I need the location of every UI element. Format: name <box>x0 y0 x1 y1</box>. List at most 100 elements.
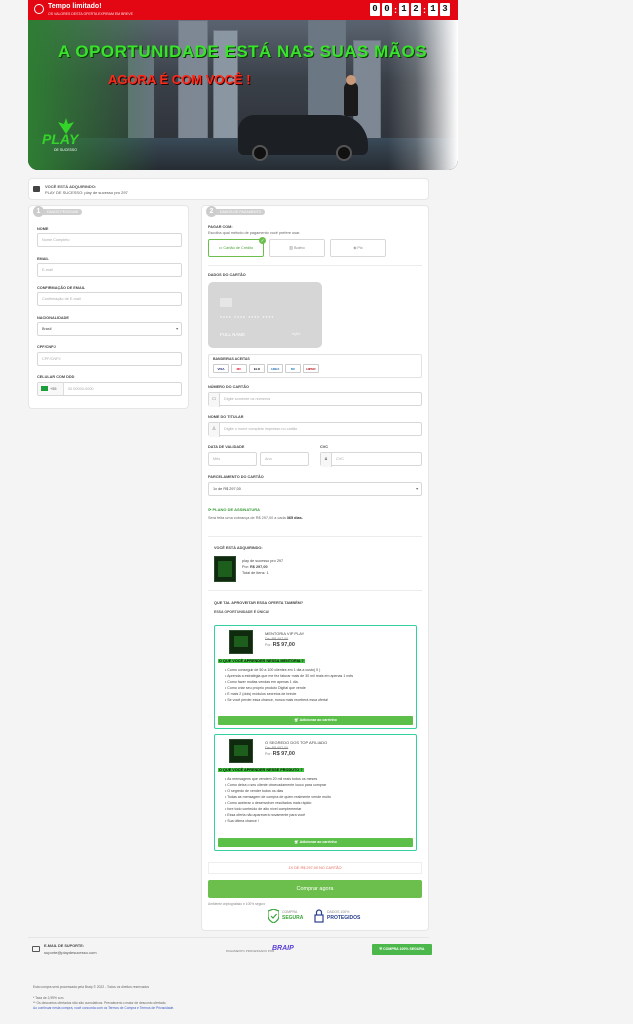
amex-icon: AMEX <box>267 364 283 373</box>
summary-items: Total de itens: 1 <box>242 571 269 575</box>
check-icon: ✓ <box>259 237 266 244</box>
processed-by: PAGAMENTO PROCESSADO POR <box>226 949 275 953</box>
year-input[interactable]: Ano <box>260 452 309 466</box>
email-label: EMAIL <box>37 257 49 261</box>
offer-bullets: • As mensagens que vendem 20 mil reais t… <box>225 776 331 824</box>
timer-subtitle: OS VALORES DESTA OFERTA EXPIRAM EM BREVE <box>48 12 133 16</box>
offer-thumbnail <box>229 739 253 763</box>
offer-new-price: Por: R$ 97,00 <box>265 642 295 648</box>
visa-icon: VISA <box>213 364 229 373</box>
data-protected-seal: DADOS 100% PROTEGIDOS <box>314 908 368 924</box>
offer-new-price: Por: R$ 97,00 <box>265 751 295 757</box>
hero-banner: A OPORTUNIDADE ESTÁ NAS SUAS MÃOS AGORA … <box>28 20 458 170</box>
banner-subheadline: AGORA É COM VOCÊ ! <box>108 72 251 87</box>
buy-now-button[interactable]: Comprar agora <box>208 880 422 898</box>
country-code-select[interactable]: +55 <box>38 383 64 395</box>
digit: 3 <box>440 3 450 16</box>
email-confirm-label: CONFIRMAÇÃO DE EMAIL <box>37 286 86 290</box>
card-number-input[interactable]: ▭ Digite somente os números <box>208 392 422 407</box>
month-input[interactable]: Mês <box>208 452 257 466</box>
brands-label: BANDEIRAS ACEITAS <box>213 357 250 361</box>
credit-card-method-button[interactable]: ▭ Cartão de Crédito <box>208 239 264 257</box>
pay-hint: Escolha qual método de pagamento você pr… <box>208 231 301 235</box>
email-confirm-input[interactable]: Confirmação de E-mail <box>37 292 182 306</box>
lock-icon: 🔒︎ <box>321 453 332 467</box>
nationality-select[interactable]: Brasil ▾ <box>37 322 182 336</box>
offer-old-price: De: R$ 497,00 <box>265 637 289 641</box>
diners-icon: DC <box>285 364 301 373</box>
mastercard-icon: MC <box>231 364 247 373</box>
add-to-cart-button[interactable]: 🛒︎ Adicionar ao carrinho <box>218 838 413 847</box>
support-label: E-MAIL DE SUPORTE: <box>44 944 85 948</box>
upsell-offer: O SEGREDO DOS TOP AFILIADO De: R$ 997,00… <box>214 734 417 851</box>
digit: 2 <box>411 3 421 16</box>
footer-copyright: Esta compra será processada pela Braip ©… <box>33 985 149 989</box>
upsell-note: ESSA OPORTUNIDADE É ÚNICA! <box>214 610 270 614</box>
brazil-flag-icon <box>41 386 48 391</box>
summary-item-name: play de sucesso pro 297 <box>242 559 284 563</box>
name-input[interactable]: Nome Completo <box>37 233 182 247</box>
offer-highlight: O QUE VOCÊ APRENDER NESSA MENTORIA ? <box>218 659 305 663</box>
pay-with-label: PAGAR COM: <box>208 225 233 229</box>
user-icon: ♙ <box>209 423 220 437</box>
timer-title: Tempo limitado! <box>48 3 102 10</box>
plan-text: Será feita uma cobrança de R$ 297,00 a c… <box>208 516 303 520</box>
credit-card-preview: **** **** **** **** FULL NAME **/** <box>208 282 322 348</box>
chevron-down-icon: ▾ <box>416 487 418 491</box>
name-label: NOME <box>37 227 49 231</box>
lock-icon <box>314 909 324 923</box>
offer-title: O SEGREDO DOS TOP AFILIADO <box>265 740 328 745</box>
offer-title: MENTORIA VIP PLAY <box>265 631 305 636</box>
total-line: 1X DE R$ 297,00 NO CARTÃO <box>208 862 422 874</box>
hipercard-icon: HIPER <box>303 364 319 373</box>
product-thumbnail <box>214 556 236 582</box>
personal-data-card: 1 DADOS PESSOAIS NOME Nome Completo EMAI… <box>28 205 189 409</box>
plan-title: ⟳ PLANO DE ASSINATURA <box>208 507 261 512</box>
card-data-title: DADOS DO CARTÃO <box>208 273 246 277</box>
boleto-method-button[interactable]: ▥ Boleto <box>269 239 325 257</box>
summary-title: VOCÊ ESTÁ ADQUIRINDO: <box>214 546 263 550</box>
summary-price: Por: R$ 297,00 <box>242 565 268 569</box>
phone-input[interactable]: +55 00 00000-0000 <box>37 382 182 396</box>
pix-method-button[interactable]: ◈ Pix <box>330 239 386 257</box>
add-to-cart-button[interactable]: 🛒︎ Adicionar ao carrinho <box>218 716 413 725</box>
installments-select[interactable]: 1x de R$ 297,00 ▾ <box>208 482 422 496</box>
cvc-input[interactable]: 🔒︎ CVC <box>320 452 422 467</box>
support-email[interactable]: suporte@playdesucesso.com <box>44 950 97 955</box>
holder-label: NOME DO TITULAR <box>208 415 244 419</box>
product-summary-bar: VOCÊ ESTÁ ADQUIRINDO: PLAY DE SUCESSO: p… <box>28 178 429 200</box>
upsell-question: QUE TAL APROVEITAR ESSA OFERTA TAMBÉM? <box>214 601 304 605</box>
shield-icon <box>268 909 279 923</box>
countdown-bar: Tempo limitado! OS VALORES DESTA OFERTA … <box>28 0 458 20</box>
stopwatch-icon <box>34 4 44 14</box>
installments-label: PARCELAMENTO DO CARTÃO <box>208 475 264 479</box>
validity-label: DATA DE VALIDADE <box>208 445 245 449</box>
list-item: • Se você perder essa chance, nunca mais… <box>225 698 329 702</box>
secure-purchase-badge: ⛨ COMPRA 100% SEGURA <box>372 944 432 955</box>
product-bar-label: VOCÊ ESTÁ ADQUIRINDO: <box>45 184 97 189</box>
email-input[interactable]: E-mail <box>37 263 182 277</box>
cpf-input[interactable]: CPF/CNPJ <box>37 352 182 366</box>
offer-old-price: De: R$ 997,00 <box>265 746 289 750</box>
play-de-sucesso-logo: PLAY DE SUCESSO <box>36 118 88 158</box>
countdown-digits: 0 0 : 1 2 : 1 3 <box>370 3 450 16</box>
cart-icon <box>33 186 40 192</box>
digit: 1 <box>399 3 409 16</box>
digit: 1 <box>428 3 438 16</box>
offer-thumbnail <box>229 630 253 654</box>
footer-note: * Taxa de 2,99% a.m. <box>33 996 65 1000</box>
id-card-icon <box>32 946 40 952</box>
holder-input[interactable]: ♙ Digite o nome completo impresso no car… <box>208 422 422 437</box>
elo-icon: ELO <box>249 364 265 373</box>
product-bar-value: PLAY DE SUCESSO: play de sucesso pro 297 <box>45 190 128 195</box>
credit-card-icon: ▭ <box>209 393 220 407</box>
upsell-offer: MENTORIA VIP PLAY De: R$ 497,00 Por: R$ … <box>214 625 417 729</box>
step-title: DADOS DE PAGAMENTO <box>216 209 266 215</box>
nationality-label: NACIONALIDADE <box>37 316 69 320</box>
list-item: • Sua última chance ! <box>225 819 259 823</box>
terms-link[interactable]: Ao continuar nesta compra, você concorda… <box>33 1006 174 1010</box>
step-title: DADOS PESSOAIS <box>43 209 83 215</box>
digit: 0 <box>370 3 380 16</box>
braip-logo: BRAIP <box>272 945 294 952</box>
secure-purchase-seal: COMPRA SEGURA <box>268 908 310 924</box>
